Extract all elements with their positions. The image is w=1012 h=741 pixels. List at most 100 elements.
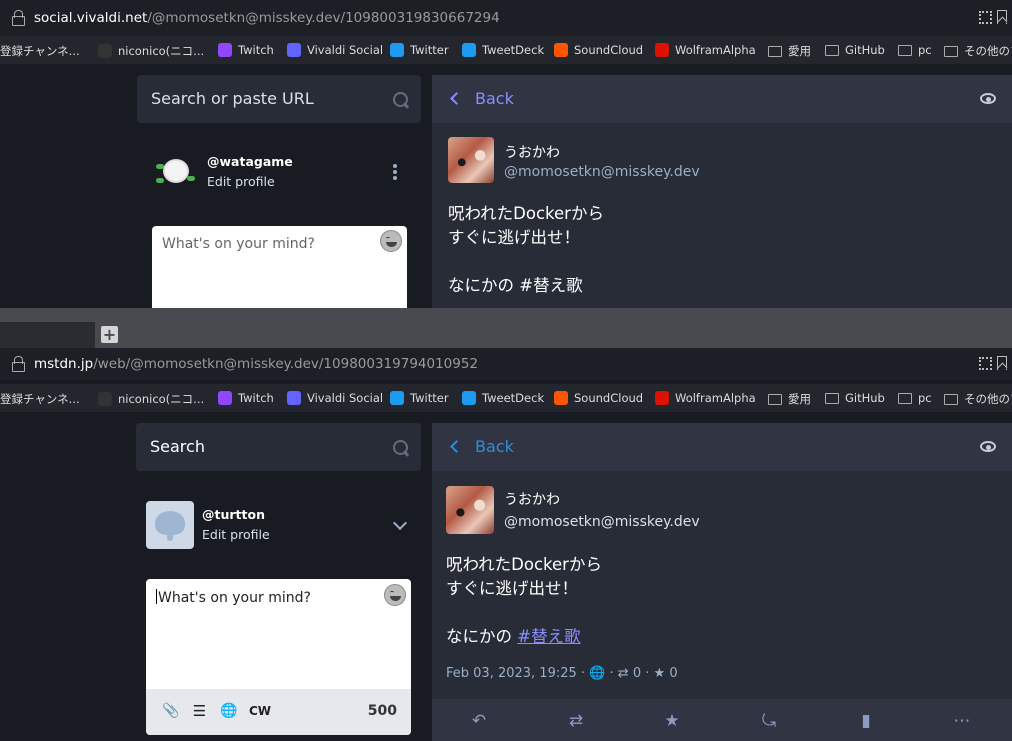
bookmark-label: SoundCloud [574,43,644,57]
search-input[interactable]: Search or paste URL [137,75,421,123]
boost-count[interactable]: 0 [633,666,641,681]
content-warning-button[interactable]: CW [248,703,272,720]
compose-placeholder: What's on your mind? [162,236,315,252]
chevron-down-icon[interactable] [392,515,408,531]
emoji-picker-icon[interactable] [380,230,402,252]
bookmark-item[interactable]: WolframAlpha [655,43,756,57]
bookmark-label: TweetDeck [482,391,545,405]
bookmark-item[interactable]: WolframAlpha [655,391,756,405]
hashtag-link[interactable]: #替え歌 [519,276,582,295]
bookmark-item[interactable]: GitHub [825,391,885,405]
bookmark-item[interactable]: Twitter [390,391,449,405]
bookmark-icon[interactable]: ▮ [856,711,876,731]
bookmark-item[interactable]: pc [898,43,932,57]
address-bar[interactable]: social.vivaldi.net/@momosetkn@misskey.de… [0,0,1012,36]
favourite-count[interactable]: 0 [669,666,677,681]
bookmark-item[interactable]: その他のブ [944,391,1012,407]
bookmark-label: Twitch [238,43,274,57]
mastodon-icon [287,391,301,405]
qr-code-icon[interactable] [979,11,992,24]
bookmark-label: pc [918,43,932,57]
bookmark-item[interactable]: niconico(ニコ... [98,43,204,59]
back-button[interactable]: Back [450,437,514,456]
bookmark-icon[interactable] [997,356,1007,370]
share-icon[interactable]: ⤿ [759,711,779,731]
bookmark-label: その他のブ [964,44,1012,58]
column-header: Back [432,423,1012,471]
search-input[interactable]: Search [136,423,421,471]
qr-code-icon[interactable] [979,357,992,370]
status-column: Back うおかわ @momosetkn@misskey.dev 呪われたDoc… [432,75,1012,308]
bookmark-label: pc [918,391,932,405]
avatar[interactable] [146,501,194,549]
new-tab-button[interactable]: + [101,326,118,343]
more-options-icon[interactable] [393,164,397,180]
bookmark-item[interactable]: Twitch [218,391,274,405]
star-icon[interactable]: ★ [662,711,682,731]
edit-profile-link[interactable]: Edit profile [202,527,270,542]
bookmark-label: 登録チャンネ... [0,44,80,58]
paperclip-icon[interactable]: 📎 [162,703,179,720]
eye-icon[interactable] [980,441,996,452]
bookmark-label: TweetDeck [482,43,545,57]
compose-textarea[interactable]: What's on your mind? 📎 ☰ 🌐 CW 500 [146,579,411,735]
reply-icon[interactable]: ↶ [469,711,489,731]
status-content: 呪われたDockerから すぐに逃げ出せ！ なにかの #替え歌 [446,555,602,646]
account-handle[interactable]: @turtton [202,507,265,522]
bookmark-item[interactable]: 愛用 [768,43,811,59]
username[interactable]: @momosetkn@misskey.dev [504,514,700,530]
bookmark-item[interactable]: その他のブ [944,43,1012,59]
bookmark-label: niconico(ニコ... [118,44,205,58]
edit-profile-link[interactable]: Edit profile [207,174,275,189]
status-line: 呪われたDockerから [446,555,602,574]
bookmark-item[interactable]: pc [898,391,932,405]
url-text[interactable]: mstdn.jp/web/@momosetkn@misskey.dev/1098… [34,356,478,372]
emoji-picker-icon[interactable] [384,584,406,606]
bookmark-icon[interactable] [997,10,1007,24]
bookmark-item[interactable]: Vivaldi Social [287,43,383,57]
username[interactable]: @momosetkn@misskey.dev [504,164,700,180]
bookmark-item[interactable]: Vivaldi Social [287,391,383,405]
bookmark-label: niconico(ニコ... [118,392,205,406]
bookmark-item[interactable]: SoundCloud [554,43,643,57]
bookmark-item[interactable]: Twitch [218,43,274,57]
url-text[interactable]: social.vivaldi.net/@momosetkn@misskey.de… [34,10,500,26]
folder-icon [944,45,958,57]
bookmark-item[interactable]: SoundCloud [554,391,643,405]
poll-icon[interactable]: ☰ [191,703,208,720]
search-placeholder: Search or paste URL [151,89,314,108]
bookmark-item[interactable]: TweetDeck [462,43,544,57]
author-avatar[interactable] [446,486,494,534]
display-name[interactable]: うおかわ [504,489,560,509]
author-avatar[interactable] [448,137,494,183]
boost-icon[interactable]: ⇄ [566,711,586,731]
eye-icon[interactable] [980,93,996,104]
globe-icon[interactable]: 🌐 [220,703,237,720]
bookmark-label: SoundCloud [574,391,644,405]
more-options-icon[interactable]: ⋯ [952,711,972,731]
status-timestamp[interactable]: Feb 03, 2023, 19:25 [446,666,577,681]
bookmark-label: WolframAlpha [675,391,756,405]
bookmark-item[interactable]: 登録チャンネ... [0,43,80,59]
display-name[interactable]: うおかわ [504,142,560,162]
bookmark-item[interactable]: Twitter [390,43,449,57]
account-handle[interactable]: @watagame [207,154,293,169]
tab[interactable] [0,322,95,348]
twitter-icon [390,391,404,405]
hashtag-link[interactable]: #替え歌 [517,627,580,646]
wolfram-icon [655,391,669,405]
bookmark-item[interactable]: GitHub [825,43,885,57]
address-bar[interactable]: mstdn.jp/web/@momosetkn@misskey.dev/1098… [0,348,1012,380]
twitch-icon [218,391,232,405]
back-button[interactable]: Back [450,89,514,108]
bookmark-item[interactable]: niconico(ニコ... [98,391,204,407]
bookmark-item[interactable]: 愛用 [768,391,811,407]
compose-textarea[interactable]: What's on your mind? [152,226,407,308]
folder-icon [944,393,958,405]
status-action-bar: ↶ ⇄ ★ ⤿ ▮ ⋯ [432,699,1012,741]
globe-icon: 🌐 [589,666,606,681]
avatar[interactable] [154,156,195,190]
soundcloud-icon [554,391,568,405]
bookmark-item[interactable]: 登録チャンネ... [0,391,80,407]
bookmark-item[interactable]: TweetDeck [462,391,544,405]
